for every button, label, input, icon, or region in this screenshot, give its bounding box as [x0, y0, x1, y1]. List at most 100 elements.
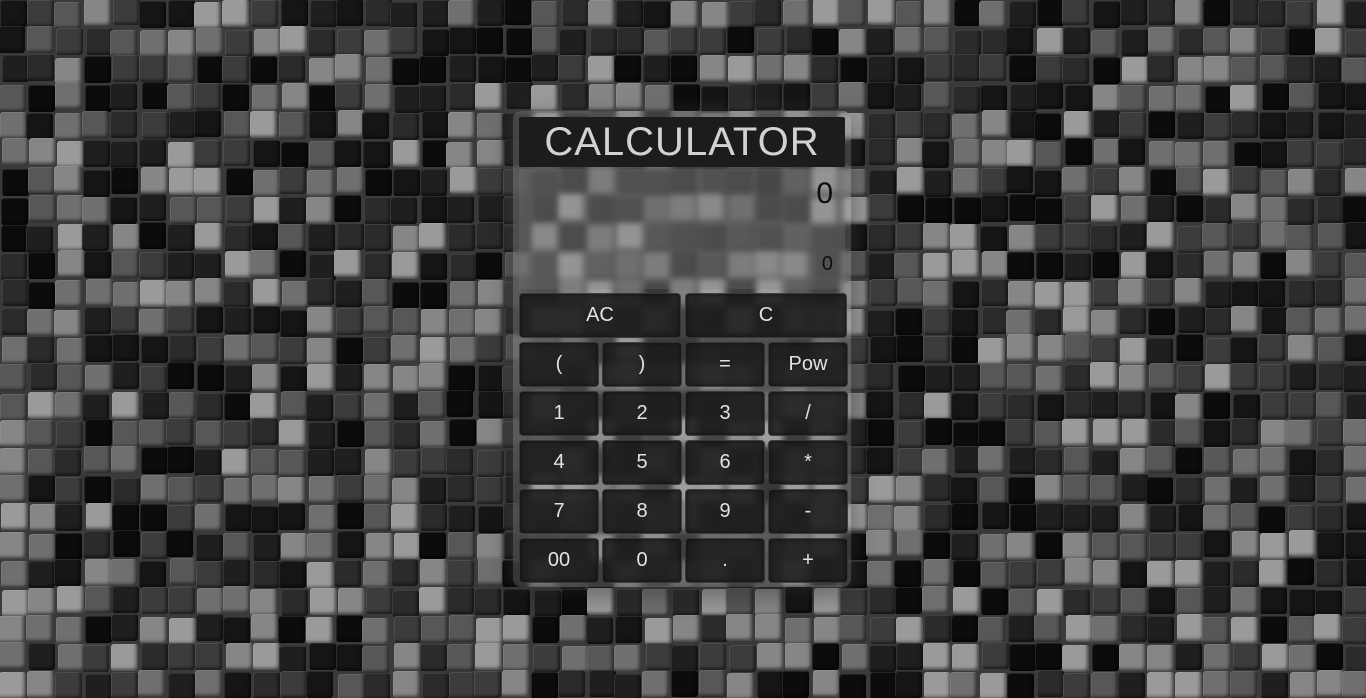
background-tile: [1233, 394, 1260, 421]
digit-7-button[interactable]: 7: [519, 489, 599, 534]
background-tile: [279, 197, 306, 224]
background-tile: [364, 393, 391, 420]
background-tile: [1065, 85, 1092, 112]
close-paren-button[interactable]: ): [602, 342, 682, 387]
decimal-point-button[interactable]: .: [685, 538, 765, 583]
background-tile: [56, 421, 83, 448]
background-tile: [922, 449, 949, 476]
background-tile: [953, 168, 980, 195]
background-tile: [1063, 589, 1090, 616]
background-tile: [978, 617, 1005, 644]
background-tile: [110, 559, 137, 586]
background-tile: [392, 113, 419, 140]
background-tile: [896, 476, 923, 503]
digit-3-button[interactable]: 3: [685, 391, 765, 436]
background-tile: [84, 56, 111, 83]
background-tile: [449, 309, 476, 336]
background-tile: [1034, 615, 1061, 642]
digit-5-button[interactable]: 5: [602, 440, 682, 485]
background-tile: [839, 674, 866, 698]
background-tile: [982, 140, 1009, 167]
background-tile: [110, 141, 137, 168]
background-tile: [1289, 449, 1316, 476]
background-tile: [1009, 589, 1036, 616]
background-tile: [309, 505, 336, 532]
background-tile: [1318, 337, 1345, 364]
background-tile: [224, 393, 251, 420]
background-tile: [1008, 281, 1035, 308]
background-tile: [866, 28, 893, 55]
add-button[interactable]: +: [768, 538, 848, 583]
background-tile: [82, 111, 109, 138]
background-tile: [1007, 673, 1034, 698]
background-tile: [952, 644, 979, 671]
open-paren-button[interactable]: (: [519, 342, 599, 387]
digit-4-button[interactable]: 4: [519, 440, 599, 485]
multiply-button[interactable]: *: [768, 440, 848, 485]
background-tile: [953, 86, 980, 113]
background-tile: [84, 251, 111, 278]
digit-6-button[interactable]: 6: [685, 440, 765, 485]
background-tile: [1008, 477, 1035, 504]
background-tile: [362, 112, 389, 139]
background-tile: [1147, 195, 1174, 222]
background-tile: [1262, 83, 1289, 110]
digit-2-button[interactable]: 2: [602, 391, 682, 436]
digit-9-button[interactable]: 9: [685, 489, 765, 534]
background-tile: [366, 587, 393, 614]
all-clear-button[interactable]: AC: [519, 293, 681, 338]
background-tile: [506, 82, 533, 109]
background-tile: [1093, 57, 1120, 84]
clear-button[interactable]: C: [685, 293, 847, 338]
background-tile: [1345, 278, 1366, 305]
background-tile: [980, 673, 1007, 698]
background-tile: [1148, 27, 1175, 54]
background-tile: [2, 279, 29, 306]
background-tile: [784, 55, 811, 82]
background-tile: [757, 643, 784, 670]
background-tile: [1343, 419, 1366, 446]
power-button[interactable]: Pow: [768, 342, 848, 387]
background-tile: [1149, 363, 1176, 390]
equals-button[interactable]: =: [685, 342, 765, 387]
background-tile: [54, 166, 81, 193]
background-tile: [1231, 587, 1258, 614]
background-tile: [898, 392, 925, 419]
background-tile: [419, 223, 446, 250]
background-tile: [141, 336, 168, 363]
background-tile: [450, 281, 477, 308]
background-tile: [869, 476, 896, 503]
background-tile: [111, 167, 138, 194]
background-tile: [1091, 195, 1118, 222]
background-tile: [560, 615, 587, 642]
background-tile: [27, 420, 54, 447]
background-tile: [55, 113, 82, 140]
background-tile: [1343, 365, 1366, 392]
background-tile: [1260, 55, 1287, 82]
background-tile: [953, 364, 980, 391]
background-tile: [1119, 167, 1146, 194]
background-tile: [979, 393, 1006, 420]
digit-1-button[interactable]: 1: [519, 391, 599, 436]
digit-8-button[interactable]: 8: [602, 489, 682, 534]
background-tile: [898, 448, 925, 475]
background-tile: [420, 169, 447, 196]
background-tile: [616, 589, 643, 616]
background-tile: [421, 447, 448, 474]
divide-button[interactable]: /: [768, 391, 848, 436]
background-tile: [645, 85, 672, 112]
background-tile: [1289, 645, 1316, 672]
background-tile: [478, 558, 505, 585]
background-tile: [532, 27, 559, 54]
background-tile: [1009, 561, 1036, 588]
background-tile: [1258, 334, 1285, 361]
subtract-button[interactable]: -: [768, 489, 848, 534]
background-tile: [1010, 504, 1037, 531]
background-tile: [785, 618, 812, 645]
background-tile: [981, 279, 1008, 306]
background-tile: [0, 448, 26, 475]
background-tile: [1120, 534, 1147, 561]
background-tile: [0, 26, 25, 53]
double-zero-button[interactable]: 00: [519, 538, 599, 583]
digit-0-button[interactable]: 0: [602, 538, 682, 583]
